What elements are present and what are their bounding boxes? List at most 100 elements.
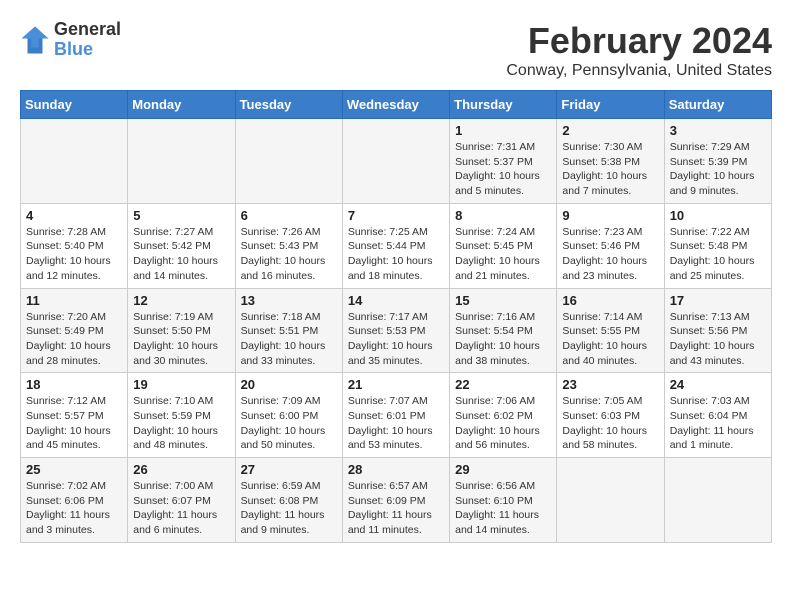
logo: General Blue <box>20 20 121 60</box>
calendar-day-cell <box>557 458 664 543</box>
calendar-week-row: 11Sunrise: 7:20 AM Sunset: 5:49 PM Dayli… <box>21 288 772 373</box>
day-number: 25 <box>26 462 122 477</box>
calendar-day-cell: 28 Sunrise: 6:57 AM Sunset: 6:09 PM Dayli… <box>342 458 449 543</box>
calendar-day-cell: 24 Sunrise: 7:03 AM Sunset: 6:04 PM Dayli… <box>664 373 771 458</box>
calendar-day-cell: 18 Sunrise: 7:12 AM Sunset: 5:57 PM Dayli… <box>21 373 128 458</box>
day-number: 3 <box>670 123 766 138</box>
calendar-day-cell <box>664 458 771 543</box>
day-of-week-header: Thursday <box>450 91 557 119</box>
calendar-table: SundayMondayTuesdayWednesdayThursdayFrid… <box>20 90 772 543</box>
calendar-day-cell: 10 Sunrise: 7:22 AM Sunset: 5:48 PM Dayli… <box>664 203 771 288</box>
day-number: 14 <box>348 293 444 308</box>
day-number: 29 <box>455 462 551 477</box>
calendar-day-cell: 21 Sunrise: 7:07 AM Sunset: 6:01 PM Dayli… <box>342 373 449 458</box>
day-number: 1 <box>455 123 551 138</box>
logo-text: General Blue <box>54 20 121 60</box>
calendar-day-cell <box>21 119 128 204</box>
day-info: Sunrise: 7:16 AM Sunset: 5:54 PM Dayligh… <box>455 310 551 369</box>
calendar-week-row: 18 Sunrise: 7:12 AM Sunset: 5:57 PM Dayli… <box>21 373 772 458</box>
calendar-day-cell <box>342 119 449 204</box>
location-title: Conway, Pennsylvania, United States <box>506 62 772 80</box>
calendar-day-cell: 27 Sunrise: 6:59 AM Sunset: 6:08 PM Dayli… <box>235 458 342 543</box>
page-header: General Blue February 2024 Conway, Penns… <box>20 20 772 80</box>
calendar-day-cell: 6Sunrise: 7:26 AM Sunset: 5:43 PM Daylig… <box>235 203 342 288</box>
day-number: 9 <box>562 208 658 223</box>
title-area: February 2024 Conway, Pennsylvania, Unit… <box>506 20 772 80</box>
calendar-day-cell: 15 Sunrise: 7:16 AM Sunset: 5:54 PM Dayli… <box>450 288 557 373</box>
day-number: 19 <box>133 377 229 392</box>
logo-line1: General <box>54 20 121 40</box>
day-number: 8 <box>455 208 551 223</box>
day-of-week-header: Monday <box>128 91 235 119</box>
calendar-day-cell: 16 Sunrise: 7:14 AM Sunset: 5:55 PM Dayli… <box>557 288 664 373</box>
day-info: Sunrise: 7:25 AM Sunset: 5:44 PM Dayligh… <box>348 225 444 284</box>
day-number: 18 <box>26 377 122 392</box>
calendar-day-cell: 22 Sunrise: 7:06 AM Sunset: 6:02 PM Dayli… <box>450 373 557 458</box>
day-info: Sunrise: 7:22 AM Sunset: 5:48 PM Dayligh… <box>670 225 766 284</box>
day-number: 27 <box>241 462 337 477</box>
calendar-day-cell: 8Sunrise: 7:24 AM Sunset: 5:45 PM Daylig… <box>450 203 557 288</box>
logo-line2: Blue <box>54 40 121 60</box>
calendar-day-cell: 3 Sunrise: 7:29 AM Sunset: 5:39 PM Daylig… <box>664 119 771 204</box>
day-number: 6 <box>241 208 337 223</box>
day-info: Sunrise: 7:13 AM Sunset: 5:56 PM Dayligh… <box>670 310 766 369</box>
day-number: 21 <box>348 377 444 392</box>
day-number: 11 <box>26 293 122 308</box>
calendar-day-cell: 1 Sunrise: 7:31 AM Sunset: 5:37 PM Daylig… <box>450 119 557 204</box>
calendar-header-row: SundayMondayTuesdayWednesdayThursdayFrid… <box>21 91 772 119</box>
calendar-day-cell: 7 Sunrise: 7:25 AM Sunset: 5:44 PM Daylig… <box>342 203 449 288</box>
day-info: Sunrise: 7:30 AM Sunset: 5:38 PM Dayligh… <box>562 140 658 199</box>
day-of-week-header: Sunday <box>21 91 128 119</box>
calendar-day-cell: 17Sunrise: 7:13 AM Sunset: 5:56 PM Dayli… <box>664 288 771 373</box>
day-info: Sunrise: 7:05 AM Sunset: 6:03 PM Dayligh… <box>562 394 658 453</box>
calendar-day-cell: 29Sunrise: 6:56 AM Sunset: 6:10 PM Dayli… <box>450 458 557 543</box>
day-info: Sunrise: 7:14 AM Sunset: 5:55 PM Dayligh… <box>562 310 658 369</box>
day-number: 22 <box>455 377 551 392</box>
day-info: Sunrise: 7:09 AM Sunset: 6:00 PM Dayligh… <box>241 394 337 453</box>
day-info: Sunrise: 7:17 AM Sunset: 5:53 PM Dayligh… <box>348 310 444 369</box>
calendar-day-cell: 4 Sunrise: 7:28 AM Sunset: 5:40 PM Daylig… <box>21 203 128 288</box>
day-number: 26 <box>133 462 229 477</box>
day-info: Sunrise: 7:00 AM Sunset: 6:07 PM Dayligh… <box>133 479 229 538</box>
day-number: 7 <box>348 208 444 223</box>
calendar-day-cell <box>235 119 342 204</box>
day-number: 12 <box>133 293 229 308</box>
day-of-week-header: Friday <box>557 91 664 119</box>
day-info: Sunrise: 6:59 AM Sunset: 6:08 PM Dayligh… <box>241 479 337 538</box>
calendar-week-row: 4 Sunrise: 7:28 AM Sunset: 5:40 PM Daylig… <box>21 203 772 288</box>
day-info: Sunrise: 7:03 AM Sunset: 6:04 PM Dayligh… <box>670 394 766 453</box>
day-info: Sunrise: 7:29 AM Sunset: 5:39 PM Dayligh… <box>670 140 766 199</box>
day-of-week-header: Saturday <box>664 91 771 119</box>
day-info: Sunrise: 7:23 AM Sunset: 5:46 PM Dayligh… <box>562 225 658 284</box>
calendar-day-cell: 9 Sunrise: 7:23 AM Sunset: 5:46 PM Daylig… <box>557 203 664 288</box>
day-number: 10 <box>670 208 766 223</box>
day-of-week-header: Tuesday <box>235 91 342 119</box>
day-info: Sunrise: 7:06 AM Sunset: 6:02 PM Dayligh… <box>455 394 551 453</box>
day-number: 28 <box>348 462 444 477</box>
calendar-day-cell: 23 Sunrise: 7:05 AM Sunset: 6:03 PM Dayli… <box>557 373 664 458</box>
day-info: Sunrise: 6:57 AM Sunset: 6:09 PM Dayligh… <box>348 479 444 538</box>
month-title: February 2024 <box>506 20 772 62</box>
calendar-week-row: 1 Sunrise: 7:31 AM Sunset: 5:37 PM Daylig… <box>21 119 772 204</box>
day-info: Sunrise: 7:18 AM Sunset: 5:51 PM Dayligh… <box>241 310 337 369</box>
calendar-day-cell: 20Sunrise: 7:09 AM Sunset: 6:00 PM Dayli… <box>235 373 342 458</box>
calendar-day-cell: 26 Sunrise: 7:00 AM Sunset: 6:07 PM Dayli… <box>128 458 235 543</box>
day-number: 2 <box>562 123 658 138</box>
day-info: Sunrise: 7:12 AM Sunset: 5:57 PM Dayligh… <box>26 394 122 453</box>
day-number: 15 <box>455 293 551 308</box>
calendar-day-cell: 11Sunrise: 7:20 AM Sunset: 5:49 PM Dayli… <box>21 288 128 373</box>
day-info: Sunrise: 7:07 AM Sunset: 6:01 PM Dayligh… <box>348 394 444 453</box>
day-info: Sunrise: 7:27 AM Sunset: 5:42 PM Dayligh… <box>133 225 229 284</box>
calendar-day-cell: 19Sunrise: 7:10 AM Sunset: 5:59 PM Dayli… <box>128 373 235 458</box>
day-number: 5 <box>133 208 229 223</box>
logo-icon <box>20 25 50 55</box>
day-number: 4 <box>26 208 122 223</box>
day-of-week-header: Wednesday <box>342 91 449 119</box>
day-number: 24 <box>670 377 766 392</box>
calendar-day-cell: 25Sunrise: 7:02 AM Sunset: 6:06 PM Dayli… <box>21 458 128 543</box>
day-info: Sunrise: 7:28 AM Sunset: 5:40 PM Dayligh… <box>26 225 122 284</box>
calendar-day-cell: 13Sunrise: 7:18 AM Sunset: 5:51 PM Dayli… <box>235 288 342 373</box>
day-number: 23 <box>562 377 658 392</box>
day-number: 16 <box>562 293 658 308</box>
day-info: Sunrise: 7:31 AM Sunset: 5:37 PM Dayligh… <box>455 140 551 199</box>
